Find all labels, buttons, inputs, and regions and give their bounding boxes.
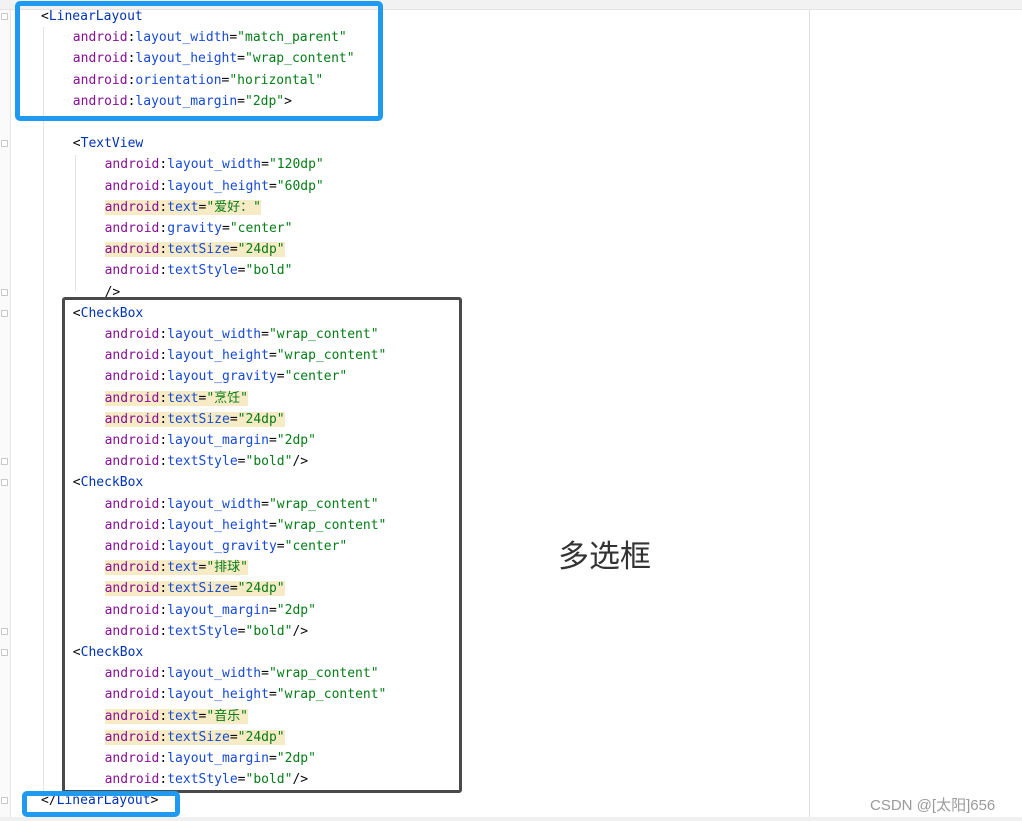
attribute-value: "bold"	[245, 263, 293, 279]
indent-guide	[43, 27, 44, 797]
code-line: android:text="爱好："	[104, 197, 262, 218]
code-line: <TextView	[73, 133, 143, 154]
fold-toggle-icon[interactable]	[1, 140, 8, 148]
attribute: android:textSize="24dp"	[104, 242, 285, 258]
fold-toggle-icon[interactable]	[1, 309, 8, 317]
attribute-namespace: android	[104, 221, 160, 236]
fold-toggle-icon[interactable]	[1, 649, 8, 656]
fold-toggle-icon[interactable]	[1, 288, 8, 296]
editor-gutter	[0, 10, 11, 818]
code-line: android:layout_height="60dp"	[105, 176, 324, 197]
code-line: android:gravity="center"	[105, 218, 293, 239]
fold-toggle-icon[interactable]	[1, 13, 8, 20]
fold-toggle-icon[interactable]	[1, 458, 8, 466]
fold-toggle-icon[interactable]	[1, 797, 8, 805]
attribute: android:textStyle="bold"	[105, 263, 293, 278]
fold-toggle-icon[interactable]	[1, 627, 8, 635]
tag-bracket: <	[72, 136, 81, 152]
attribute-name: layout_height	[167, 178, 269, 194]
attribute-name: textSize	[167, 242, 230, 258]
watermark: CSDN @[太阳]656	[870, 797, 996, 814]
attribute-namespace: android	[104, 199, 160, 215]
attribute: android:text="爱好："	[104, 199, 262, 215]
attribute-name: textStyle	[167, 263, 238, 279]
attribute-equals: =	[261, 157, 269, 173]
attribute: android:layout_height="60dp"	[105, 179, 324, 194]
checkbox-group-box	[62, 297, 462, 793]
attribute-namespace: android	[104, 178, 160, 194]
attribute-equals: =	[229, 242, 238, 258]
attribute-namespace: android	[104, 242, 160, 258]
attribute-equals: =	[222, 221, 230, 236]
attribute-equals: =	[268, 178, 277, 194]
attribute-name: gravity	[167, 221, 223, 236]
attribute-value: "center"	[229, 221, 293, 236]
attribute-namespace: android	[104, 263, 160, 279]
attribute-namespace: android	[104, 157, 160, 173]
attribute-value: "60dp"	[276, 178, 324, 194]
editor-bottom-bar	[0, 817, 1022, 821]
attribute-equals: =	[237, 263, 246, 279]
attribute-value: "24dp"	[237, 242, 285, 258]
tag-name: TextView	[80, 136, 144, 152]
attribute-name: text	[167, 199, 199, 215]
fold-toggle-icon[interactable]	[1, 479, 8, 487]
right-margin-guide	[809, 10, 810, 818]
indent-guide	[75, 155, 76, 291]
attribute-name: layout_width	[167, 157, 262, 173]
code-line: android:textStyle="bold"	[105, 260, 293, 281]
attribute: android:gravity="center"	[105, 221, 293, 236]
attribute-value: "120dp"	[268, 157, 324, 173]
attribute-value: "爱好："	[206, 199, 262, 215]
annotation-label: 多选框	[558, 539, 651, 575]
code-line: android:layout_width="120dp"	[105, 154, 324, 175]
closing-tag-highlight-box	[22, 791, 180, 817]
linearlayout-highlight-box	[15, 1, 383, 121]
code-line: android:textSize="24dp"	[104, 239, 285, 260]
attribute: android:layout_width="120dp"	[105, 157, 324, 172]
